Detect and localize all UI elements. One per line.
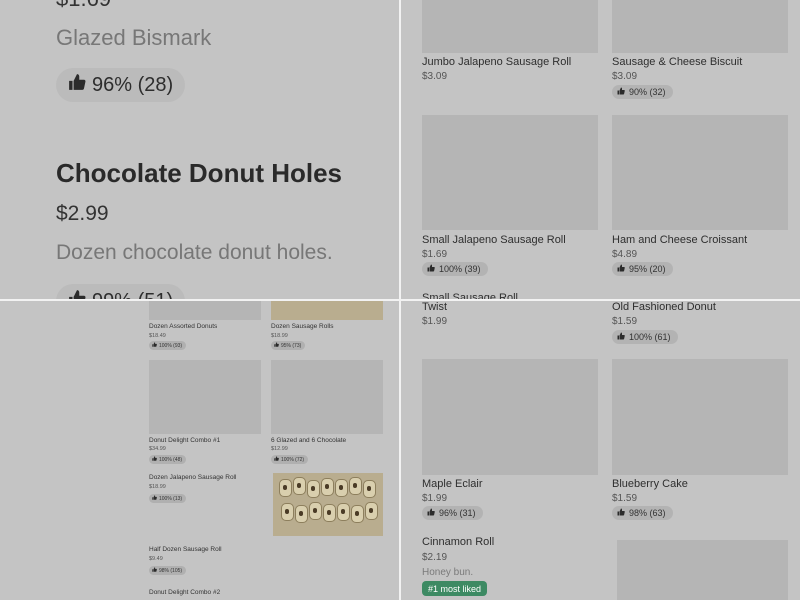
rating-text: 100% (61) — [629, 332, 671, 342]
thumbs-up-icon — [68, 73, 86, 97]
rating-text: 98% (63) — [629, 508, 666, 518]
product-image[interactable] — [271, 360, 383, 434]
product-name[interactable]: Blueberry Cake — [612, 478, 688, 490]
rating-badge: 90% (32) — [612, 85, 673, 99]
product-price: $18.99 — [149, 484, 166, 490]
product-name[interactable]: Ham and Cheese Croissant — [612, 234, 747, 246]
rating-badge: 100% (48) — [149, 455, 187, 464]
product-name[interactable]: Maple Eclair — [422, 478, 483, 490]
product-price: $1.99 — [422, 493, 448, 504]
thumbs-up-icon — [617, 508, 625, 518]
rating-text: 95% (20) — [629, 264, 666, 274]
product-image[interactable] — [271, 300, 383, 320]
product-price: $2.19 — [422, 552, 448, 563]
thumbs-up-icon — [617, 332, 625, 342]
rating-badge: 100% (13) — [149, 494, 187, 503]
rating-text: 96% (31) — [439, 508, 476, 518]
product-price: $18.99 — [271, 333, 288, 339]
quadrant-divider-horizontal — [0, 299, 800, 301]
product-name[interactable]: Donut Delight Combo #1 — [149, 437, 220, 444]
product-name[interactable]: Dozen Sausage Rolls — [271, 323, 334, 330]
rating-text: 95% (73) — [281, 342, 302, 349]
product-price: $1.99 — [422, 316, 448, 327]
product-name[interactable]: Dozen Assorted Donuts — [149, 323, 217, 330]
rating-badge: 100% (72) — [271, 455, 309, 464]
thumbs-up-icon — [617, 264, 625, 274]
rating-text: 100% (48) — [159, 456, 183, 463]
rating-text: 90% (32) — [629, 87, 666, 97]
zoomed-detail-panel: $1.69 Glazed Bismark 96% (28) Chocolate … — [0, 0, 400, 300]
product-price: $9.49 — [149, 556, 163, 562]
product-price: $18.49 — [149, 333, 166, 339]
product-name[interactable]: Half Dozen Sausage Roll — [149, 546, 222, 553]
menu-grid-panel-bottom-left: Dozen Assorted Donuts $18.49 100% (93) D… — [0, 300, 400, 600]
product-name[interactable]: Dozen Jalapeno Sausage Roll — [149, 474, 236, 481]
thumbs-up-icon — [274, 342, 279, 349]
rating-badge: 95% (73) — [271, 341, 306, 350]
rating-text: 100% (39) — [439, 264, 481, 274]
thumbs-up-icon — [617, 87, 625, 97]
product-image[interactable] — [149, 360, 261, 434]
thumbs-up-icon — [152, 456, 157, 463]
previous-item-name[interactable]: Glazed Bismark — [56, 25, 211, 51]
product-name[interactable]: Jumbo Jalapeno Sausage Roll — [422, 56, 571, 68]
rating-badge: 95% (20) — [612, 262, 673, 276]
item-title[interactable]: Chocolate Donut Holes — [56, 158, 342, 189]
thumbs-up-icon — [152, 495, 157, 502]
rating-text: 100% (13) — [159, 495, 183, 502]
item-price: $2.99 — [56, 202, 109, 225]
thumbs-up-icon — [427, 264, 435, 274]
product-image[interactable] — [612, 115, 788, 230]
rating-badge: 100% (39) — [422, 262, 488, 276]
most-liked-badge: #1 most liked — [422, 581, 488, 596]
product-price: $3.09 — [612, 71, 638, 82]
product-name[interactable]: Donut Delight Combo #2 — [149, 589, 220, 596]
product-name[interactable]: Small Jalapeno Sausage Roll — [422, 234, 566, 246]
product-image[interactable] — [149, 300, 261, 320]
rating-badge: 99% (51) — [56, 284, 186, 300]
product-image[interactable] — [422, 0, 598, 53]
product-price: $1.59 — [612, 493, 638, 504]
product-image[interactable] — [612, 0, 788, 53]
product-price: $1.69 — [422, 249, 448, 260]
item-description: Dozen chocolate donut holes. — [56, 241, 333, 264]
rating-badge: 98% (105) — [149, 566, 187, 575]
product-image[interactable] — [422, 115, 598, 230]
rating-badge: 96% (31) — [422, 506, 483, 520]
thumbs-up-icon — [152, 342, 157, 349]
thumbs-up-icon — [427, 508, 435, 518]
product-photo[interactable] — [273, 473, 383, 536]
previous-item-price: $1.69 — [56, 0, 111, 12]
rating-text: 100% (93) — [159, 342, 183, 349]
product-price: $12.99 — [271, 446, 288, 452]
rating-text: 96% (28) — [92, 73, 174, 96]
rating-text: 98% (105) — [159, 567, 183, 574]
rating-badge: 98% (63) — [612, 506, 673, 520]
thumbs-up-icon — [274, 456, 279, 463]
product-image[interactable] — [617, 540, 788, 600]
product-description: Honey bun. — [422, 567, 474, 578]
product-name[interactable]: Sausage & Cheese Biscuit — [612, 56, 742, 68]
product-price: $4.89 — [612, 249, 638, 260]
thumbs-up-icon — [152, 567, 157, 574]
rating-badge: 96% (28) — [56, 68, 186, 102]
product-name[interactable]: Old Fashioned Donut — [612, 301, 716, 313]
product-name[interactable]: Cinnamon Roll — [422, 536, 494, 548]
product-name[interactable]: Twist — [422, 301, 447, 313]
product-price: $34.99 — [149, 446, 166, 452]
rating-badge: 100% (93) — [149, 341, 187, 350]
product-price: $1.59 — [612, 316, 638, 327]
rating-badge: 100% (61) — [612, 330, 678, 344]
menu-grid-panel-bottom-right: Twist $1.99 Old Fashioned Donut $1.59 10… — [400, 300, 800, 600]
menu-grid-panel-top-right: Jumbo Jalapeno Sausage Roll $3.09 Sausag… — [400, 0, 800, 300]
product-image[interactable] — [422, 359, 598, 475]
rating-text: 100% (72) — [281, 456, 305, 463]
product-image[interactable] — [612, 359, 788, 475]
product-price: $3.09 — [422, 71, 448, 82]
product-name[interactable]: 6 Glazed and 6 Chocolate — [271, 437, 346, 444]
